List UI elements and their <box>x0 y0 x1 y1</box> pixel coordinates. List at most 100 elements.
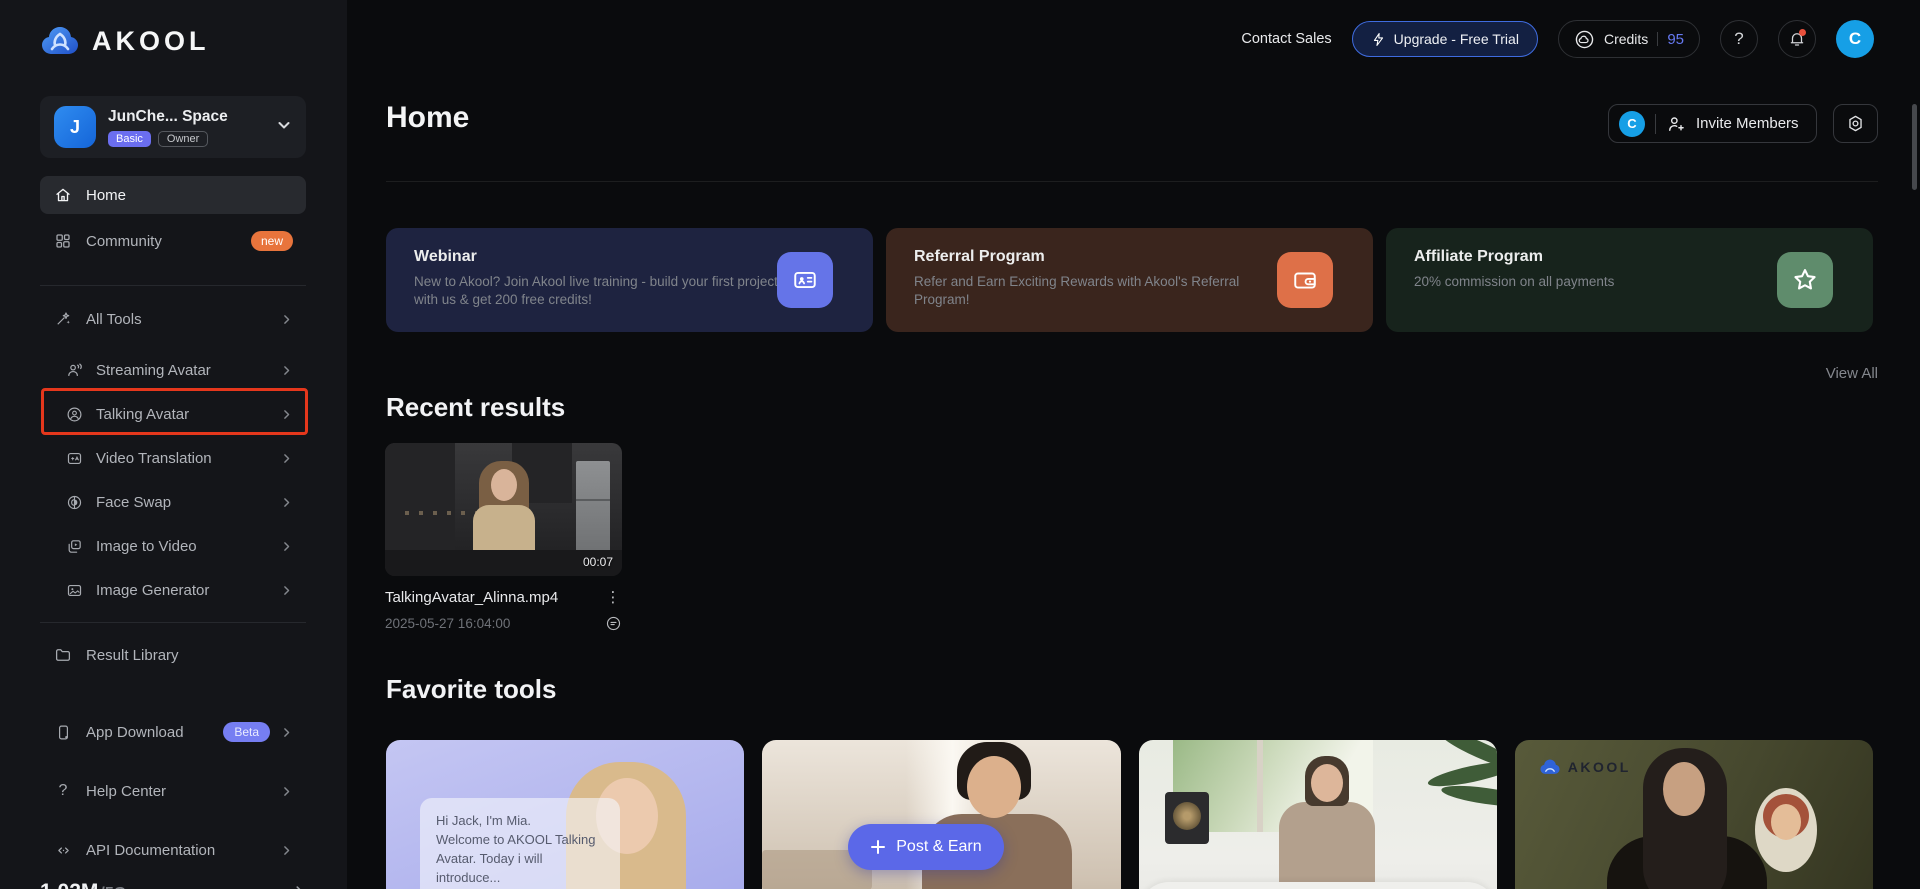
chevron-right-icon <box>280 313 293 326</box>
promo-description: New to Akool? Join Akool live training -… <box>414 274 778 308</box>
user-avatar[interactable]: C <box>1836 20 1874 58</box>
video-duration: 00:07 <box>582 555 613 569</box>
sidebar-item-video-translation[interactable]: Video Translation <box>40 439 306 477</box>
sidebar-item-face-swap[interactable]: Face Swap <box>40 483 306 521</box>
sidebar-item-home[interactable]: Home <box>40 176 306 214</box>
promo-description: 20% commission on all payments <box>1414 274 1615 289</box>
credits-value: 95 <box>1667 30 1684 48</box>
storage-indicator[interactable]: 1.02M /5G <box>40 880 306 889</box>
favorite-tools-row: Hi Jack, I'm Mia. Welcome to AKOOL Talki… <box>386 740 1873 889</box>
sidebar-item-api-documentation[interactable]: API Documentation <box>40 831 306 869</box>
topbar: Contact Sales Upgrade - Free Trial Credi… <box>1241 19 1874 59</box>
card-art <box>967 756 1022 818</box>
phone-download-icon <box>53 722 73 742</box>
role-badge: Owner <box>157 130 209 147</box>
workspace-info: JunChe... Space Basic Owner <box>108 108 276 147</box>
sidebar-item-result-library[interactable]: Result Library <box>40 636 306 674</box>
header-divider <box>386 181 1878 182</box>
sidebar-item-help-center[interactable]: ? Help Center <box>40 772 306 810</box>
plus-icon <box>870 839 886 855</box>
upgrade-button-label: Upgrade - Free Trial <box>1393 31 1519 47</box>
contact-sales-link[interactable]: Contact Sales <box>1241 31 1331 47</box>
promo-card-affiliate[interactable]: Affiliate Program 20% commission on all … <box>1386 228 1873 332</box>
sidebar-item-streaming-avatar[interactable]: Streaming Avatar <box>40 351 306 389</box>
favorite-tool-talking-avatar[interactable]: Hi Jack, I'm Mia. Welcome to AKOOL Talki… <box>386 740 745 889</box>
sidebar-item-label: Streaming Avatar <box>96 361 211 379</box>
beta-badge: Beta <box>223 722 270 742</box>
workspace-selector[interactable]: J JunChe... Space Basic Owner <box>40 96 306 158</box>
sidebar-divider <box>40 285 306 286</box>
kebab-menu-icon[interactable]: ⋮ <box>604 590 622 605</box>
notes-icon[interactable] <box>605 615 622 632</box>
sidebar-item-image-generator[interactable]: Image Generator <box>40 571 306 609</box>
sidebar-item-label: Image to Video <box>96 537 197 555</box>
promo-cards-row: Webinar New to Akool? Join Akool live tr… <box>386 228 1873 332</box>
storage-total: /5G <box>100 885 126 889</box>
thumbnail-art <box>576 461 610 553</box>
akool-watermark-logo: AKOOL <box>1539 758 1631 776</box>
favorite-tool-avatar-scene[interactable] <box>1138 740 1497 889</box>
sidebar-item-community[interactable]: Community new <box>40 222 306 260</box>
sidebar-item-all-tools[interactable]: All Tools <box>40 300 306 338</box>
akool-watermark-text: AKOOL <box>1567 759 1631 775</box>
page-title: Home <box>386 101 470 134</box>
view-all-link[interactable]: View All <box>1798 365 1878 382</box>
favorite-tools-title: Favorite tools <box>386 674 557 704</box>
video-date: 2025-05-27 16:04:00 <box>385 616 511 631</box>
sidebar-item-label: Help Center <box>86 782 167 800</box>
lightning-bolt-icon <box>1371 32 1386 47</box>
promo-card-webinar[interactable]: Webinar New to Akool? Join Akool live tr… <box>386 228 873 332</box>
favorite-tool-post-earn[interactable]: Post & Earn <box>762 740 1121 889</box>
sidebar-item-app-download[interactable]: App Download Beta <box>40 713 306 751</box>
video-filename: TalkingAvatar_Alinna.mp4 <box>385 589 559 606</box>
invite-divider <box>1655 113 1656 134</box>
recent-video-card[interactable]: 00:07 TalkingAvatar_Alinna.mp4 ⋮ 2025-05… <box>385 443 622 632</box>
card-art <box>1662 762 1705 816</box>
favorite-tool-face-swap-demo[interactable]: AKOOL <box>1514 740 1873 889</box>
new-badge: new <box>250 231 293 251</box>
thumbnail-art <box>491 469 517 501</box>
sidebar-item-label: Face Swap <box>96 493 172 511</box>
promo-card-referral[interactable]: Referral Program Refer and Earn Exciting… <box>886 228 1373 332</box>
chevron-right-icon <box>280 408 293 421</box>
folder-icon <box>53 645 73 665</box>
chevron-right-icon <box>280 452 293 465</box>
recent-results-title: Recent results <box>386 392 566 422</box>
notifications-button[interactable] <box>1778 20 1816 58</box>
invite-members-button[interactable]: C Invite Members <box>1608 104 1817 143</box>
notification-dot <box>1799 29 1806 36</box>
person-plus-icon <box>1666 114 1686 134</box>
scrollbar-thumb[interactable] <box>1912 104 1917 190</box>
card-art <box>1278 802 1375 889</box>
image-generator-icon <box>64 580 84 600</box>
image-to-video-icon <box>64 536 84 556</box>
post-and-earn-button[interactable]: Post & Earn <box>848 824 1004 870</box>
sidebar-item-label: Community <box>86 232 162 250</box>
video-thumbnail[interactable]: 00:07 <box>385 443 622 576</box>
member-avatar: C <box>1619 110 1645 137</box>
sidebar-item-label: Image Generator <box>96 581 210 599</box>
sidebar-item-label: Video Translation <box>96 449 212 467</box>
sidebar-item-label: Talking Avatar <box>96 405 190 423</box>
streaming-avatar-icon <box>64 360 84 380</box>
settings-button[interactable] <box>1833 104 1878 143</box>
face-swap-icon <box>64 492 84 512</box>
plan-badge: Basic <box>108 130 151 147</box>
card-art <box>1310 764 1343 802</box>
card-art <box>1138 882 1497 889</box>
sidebar-item-image-to-video[interactable]: Image to Video <box>40 527 306 565</box>
upgrade-button[interactable]: Upgrade - Free Trial <box>1351 21 1538 57</box>
chevron-right-icon <box>280 540 293 553</box>
akool-home-page: AKOOL J JunChe... Space Basic Owner Home… <box>0 0 1920 889</box>
contact-card-icon <box>777 252 833 308</box>
credits-pill[interactable]: Credits 95 <box>1557 20 1700 58</box>
star-icon <box>1777 252 1833 308</box>
credits-divider <box>1657 32 1659 46</box>
wallet-icon <box>1277 252 1333 308</box>
sidebar-item-talking-avatar[interactable]: Talking Avatar <box>40 395 306 433</box>
help-button[interactable]: ? <box>1720 20 1758 58</box>
talking-avatar-icon <box>64 404 84 424</box>
workspace-avatar: J <box>54 106 96 148</box>
akool-logo[interactable]: AKOOL <box>40 24 210 58</box>
chevron-right-icon <box>280 496 293 509</box>
